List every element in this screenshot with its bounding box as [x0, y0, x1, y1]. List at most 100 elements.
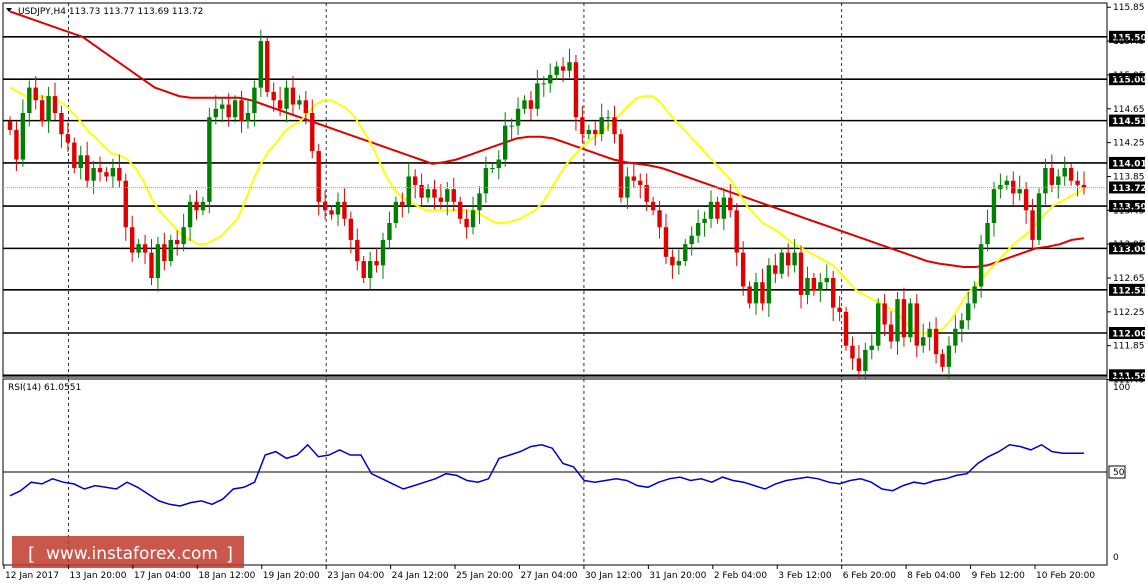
candle-body — [940, 354, 945, 367]
candle-body — [451, 189, 456, 202]
candle-body — [168, 239, 173, 262]
candle-body — [618, 134, 624, 198]
candle-body — [580, 117, 585, 135]
candle-body — [1043, 168, 1048, 194]
candle-body — [908, 303, 913, 338]
candle-body — [747, 286, 752, 304]
candle-body — [830, 278, 836, 308]
candle-body — [342, 201, 347, 219]
candle-body — [271, 91, 276, 101]
candle-body — [702, 218, 707, 223]
candle-body — [239, 100, 244, 122]
candle-body — [355, 239, 360, 262]
candle-body — [252, 87, 257, 113]
level-label: 114.51 — [1112, 117, 1147, 127]
candle-body — [895, 299, 900, 342]
price-tick-label: 114.25 — [1113, 139, 1145, 149]
candle-body — [117, 168, 122, 181]
candle-body — [412, 176, 418, 185]
candle-body — [284, 87, 289, 109]
candle-body — [496, 159, 501, 168]
candle-body — [1049, 168, 1055, 185]
time-tick-label: 30 Jan 12:00 — [585, 571, 642, 581]
candle-body — [207, 117, 212, 202]
candle-body — [715, 201, 720, 219]
price-panel: 115.50115.00114.51114.01113.50113.00112.… — [2, 2, 1147, 386]
candle-body — [573, 62, 579, 118]
candle-body — [1068, 168, 1074, 181]
candle-body — [84, 155, 90, 181]
price-tick-label: 114.65 — [1113, 105, 1145, 115]
rsi-label: RSI(14) 61.0551 — [8, 383, 81, 393]
candle-body — [708, 201, 714, 219]
candle-body — [226, 104, 231, 118]
candle-body — [187, 201, 193, 228]
rsi-panel: RSI(14) 61.0551 100 50 0 [ www.instaforex.… — [2, 378, 1130, 568]
candle-body — [779, 252, 784, 274]
candle-body — [824, 278, 829, 283]
candle-body — [946, 345, 952, 367]
candle-body — [432, 189, 437, 198]
rsi-tick-label: 0 — [1113, 553, 1119, 563]
candle-body — [464, 218, 469, 228]
candle-body — [528, 100, 534, 109]
rsi-axis: 100 50 0 — [1108, 383, 1130, 563]
candle-body — [548, 74, 553, 84]
price-tick-label: 115.05 — [1113, 71, 1145, 81]
candle-body — [1075, 180, 1080, 185]
candle-body — [59, 113, 64, 135]
candle-body — [843, 311, 849, 346]
candle-body — [567, 62, 572, 71]
price-tick-label: 115.85 — [1113, 3, 1145, 13]
current-price-label: 113.72 — [1112, 184, 1147, 194]
time-tick-label: 23 Jan 04:00 — [327, 571, 384, 581]
candle-body — [509, 125, 514, 127]
candle-body — [457, 201, 463, 219]
candle-body — [792, 252, 797, 266]
candle-body — [972, 286, 977, 304]
candle-body — [46, 96, 51, 122]
candle-body — [978, 244, 984, 287]
candle-body — [502, 125, 508, 160]
candle-body — [232, 100, 238, 118]
candle-body — [753, 282, 759, 304]
candle-body — [535, 83, 540, 109]
candle-body — [798, 252, 804, 295]
price-tick-label: 115.45 — [1113, 37, 1145, 47]
price-tick-label: 113.05 — [1113, 240, 1145, 250]
candle-body — [811, 278, 817, 291]
candle-body — [200, 201, 206, 211]
candle-body — [136, 244, 141, 253]
candle-body — [869, 345, 874, 350]
price-tick-label: 113.45 — [1113, 206, 1145, 216]
candle-body — [805, 278, 810, 295]
candle-body — [631, 176, 637, 181]
rsi-tick-label: 50 — [1113, 468, 1125, 478]
candle-body — [400, 201, 405, 207]
candle-body — [740, 252, 746, 287]
candle-body — [490, 168, 495, 169]
time-tick-label: 19 Jan 20:00 — [263, 571, 320, 581]
candle-body — [110, 168, 116, 177]
candle-body — [959, 320, 965, 329]
candle-body — [683, 244, 688, 262]
candle-body — [322, 201, 328, 211]
candle-body — [406, 176, 411, 207]
candle-body — [985, 223, 990, 245]
candle-body — [348, 218, 354, 240]
time-tick-label: 3 Feb 12:00 — [778, 571, 832, 581]
time-tick-label: 8 Feb 04:00 — [907, 571, 961, 581]
candle-body — [599, 117, 604, 135]
candle-body — [277, 100, 283, 109]
candle-body — [361, 261, 366, 278]
candle-body — [612, 117, 617, 135]
candle-body — [560, 66, 566, 71]
candle-body — [374, 261, 379, 266]
candle-body — [290, 87, 296, 105]
candle-body — [129, 227, 135, 253]
candle-body — [181, 227, 186, 245]
candle-body — [901, 299, 907, 338]
chart-canvas: 115.50115.00114.51114.01113.50113.00112.… — [2, 2, 1147, 581]
time-tick-label: 10 Feb 20:00 — [1036, 571, 1095, 581]
candle-body — [554, 66, 559, 75]
